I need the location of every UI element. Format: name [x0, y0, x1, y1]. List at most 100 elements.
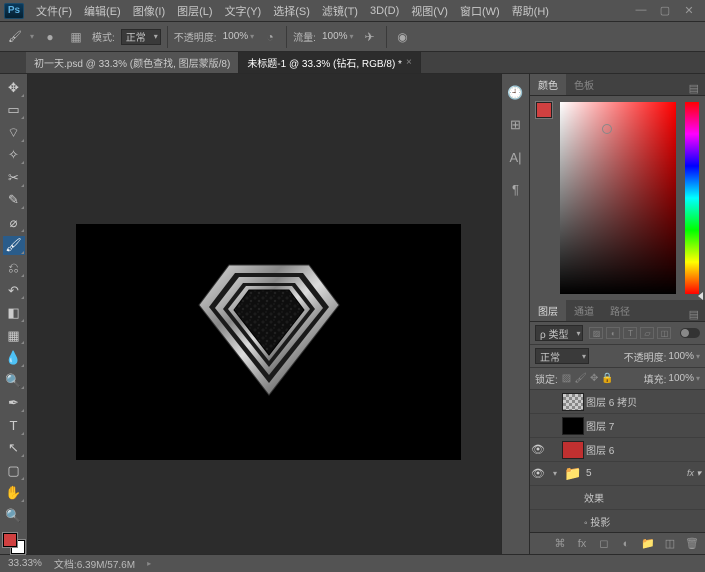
tab-channels[interactable]: 通道 [566, 300, 602, 321]
pressure-size-icon[interactable]: ◉ [393, 28, 413, 46]
layer-row[interactable]: 👁图层 6 拷贝 [530, 390, 705, 414]
layer-effect-row[interactable]: 👁 ◦ 投影 [530, 510, 705, 532]
history-brush-tool[interactable]: ↶ [3, 281, 25, 301]
filter-shape-icon[interactable]: ▱ [640, 327, 654, 339]
tab-layers[interactable]: 图层 [530, 300, 566, 321]
layer-name[interactable]: 图层 7 [586, 418, 703, 433]
layer-thumbnail[interactable]: 📁 [562, 465, 584, 483]
marquee-tool[interactable]: ▭ [3, 101, 25, 121]
layer-style-icon[interactable]: fx [575, 538, 589, 550]
filter-type-icon[interactable]: T [623, 327, 637, 339]
visibility-toggle[interactable]: 👁 [530, 443, 546, 456]
eraser-tool[interactable]: ◧ [3, 303, 25, 323]
canvas-area[interactable] [28, 74, 501, 554]
adjustment-layer-icon[interactable]: ◐ [619, 538, 633, 550]
close-icon[interactable]: ✕ [683, 4, 695, 17]
layer-row[interactable]: 👁 图层 6 [530, 438, 705, 462]
blend-mode-dropdown[interactable]: 正常 [121, 29, 161, 45]
tab-swatches[interactable]: 色板 [566, 74, 602, 95]
path-selection-tool[interactable]: ↖ [3, 439, 25, 459]
zoom-tool[interactable]: 🔍 [3, 506, 25, 526]
fill-value[interactable]: 100% [668, 373, 694, 384]
menu-filter[interactable]: 滤镜(T) [316, 0, 364, 22]
menu-select[interactable]: 选择(S) [267, 0, 316, 22]
visibility-toggle[interactable]: 👁 [530, 395, 546, 408]
tab-close-icon[interactable]: × [406, 57, 412, 68]
delete-layer-icon[interactable]: 🗑 [685, 537, 699, 550]
panel-menu-icon[interactable]: ▤ [683, 308, 705, 321]
type-tool[interactable]: T [3, 416, 25, 436]
filter-smart-icon[interactable]: ◫ [657, 327, 671, 339]
opacity-value[interactable]: 100% [223, 31, 249, 42]
menu-3d[interactable]: 3D(D) [364, 0, 405, 22]
brush-tool[interactable]: 🖌 [3, 236, 25, 256]
eyedropper-tool[interactable]: ✎ [3, 191, 25, 211]
menu-window[interactable]: 窗口(W) [454, 0, 506, 22]
healing-brush-tool[interactable]: ⌀ [3, 213, 25, 233]
foreground-color[interactable] [3, 533, 17, 547]
color-field[interactable] [560, 102, 676, 294]
flow-value[interactable]: 100% [322, 31, 348, 42]
filter-kind-dropdown[interactable]: ρ 类型 [535, 325, 583, 341]
menu-view[interactable]: 视图(V) [405, 0, 454, 22]
panel-menu-icon[interactable]: ▤ [683, 82, 705, 95]
blur-tool[interactable]: 💧 [3, 348, 25, 368]
layer-name[interactable]: 图层 6 [586, 442, 703, 457]
move-tool[interactable]: ✥ [3, 78, 25, 98]
expand-toggle-icon[interactable]: ▾ [550, 469, 560, 478]
layer-name[interactable]: 效果 [584, 490, 703, 505]
menu-help[interactable]: 帮助(H) [506, 0, 555, 22]
pressure-opacity-icon[interactable]: ◔ [260, 28, 280, 46]
layer-thumbnail[interactable] [562, 441, 584, 459]
layer-thumbnail[interactable] [562, 417, 584, 435]
color-swatches[interactable] [3, 533, 25, 554]
lock-all-icon[interactable]: 🔒 [601, 373, 613, 384]
layer-row[interactable]: 👁 图层 7 [530, 414, 705, 438]
menu-type[interactable]: 文字(Y) [219, 0, 268, 22]
visibility-toggle[interactable]: 👁 [530, 491, 546, 504]
document-tab-active[interactable]: 未标题-1 @ 33.3% (钻石, RGB/8) * × [239, 51, 420, 73]
layer-mask-icon[interactable]: ◻ [597, 537, 611, 550]
history-panel-icon[interactable]: 🕘 [507, 84, 525, 102]
magic-wand-tool[interactable]: ✧ [3, 146, 25, 166]
zoom-level[interactable]: 33.33% [8, 558, 42, 569]
gradient-tool[interactable]: ▦ [3, 326, 25, 346]
filter-adjust-icon[interactable]: ◐ [606, 327, 620, 339]
filter-toggle[interactable] [680, 328, 700, 338]
visibility-toggle[interactable]: 👁 [530, 515, 546, 528]
clone-stamp-tool[interactable]: ⎌ [3, 258, 25, 278]
dodge-tool[interactable]: 🔍 [3, 371, 25, 391]
tab-paths[interactable]: 路径 [602, 300, 638, 321]
status-menu-icon[interactable]: ▸ [147, 559, 151, 568]
pen-tool[interactable]: ✒ [3, 393, 25, 413]
menu-file[interactable]: 文件(F) [30, 0, 78, 22]
new-layer-icon[interactable]: ◫ [663, 537, 677, 550]
current-color-swatch[interactable] [536, 102, 552, 118]
document-tab[interactable]: 初一天.psd @ 33.3% (颜色查找, 图层蒙版/8) [26, 51, 239, 73]
blend-mode-dropdown[interactable]: 正常 [535, 348, 589, 364]
menu-image[interactable]: 图像(I) [127, 0, 171, 22]
airbrush-icon[interactable]: ✈ [360, 28, 380, 46]
layer-list[interactable]: 👁图层 6 拷贝👁图层 7👁图层 6👁▾📁5fx ▾👁效果👁◦ 投影👁▸金属材质… [530, 390, 705, 532]
lock-position-icon[interactable]: ✥ [590, 373, 598, 384]
layer-row[interactable]: 👁 ▾📁5fx ▾ [530, 462, 705, 486]
doc-size[interactable]: 文档:6.39M/57.6M [54, 556, 135, 571]
lock-transparency-icon[interactable]: ▨ [562, 373, 571, 384]
lock-pixels-icon[interactable]: 🖌 [574, 373, 587, 384]
properties-panel-icon[interactable]: ⊞ [507, 116, 525, 134]
group-icon[interactable]: 📁 [641, 537, 655, 550]
visibility-toggle[interactable]: 👁 [530, 467, 546, 480]
paragraph-panel-icon[interactable]: ¶ [507, 180, 525, 198]
hand-tool[interactable]: ✋ [3, 484, 25, 504]
visibility-toggle[interactable]: 👁 [530, 419, 546, 432]
brush-preset-icon[interactable]: ● [40, 28, 60, 46]
layer-thumbnail[interactable] [562, 393, 584, 411]
layer-name[interactable]: 5 [586, 468, 685, 479]
layer-fx-icon[interactable]: fx ▾ [687, 468, 703, 479]
hue-slider[interactable] [685, 102, 699, 294]
link-layers-icon[interactable]: ⌘ [553, 537, 567, 550]
layer-name[interactable]: ◦ 投影 [584, 514, 703, 529]
shape-tool[interactable]: ▢ [3, 461, 25, 481]
character-panel-icon[interactable]: A| [507, 148, 525, 166]
crop-tool[interactable]: ✂ [3, 168, 25, 188]
